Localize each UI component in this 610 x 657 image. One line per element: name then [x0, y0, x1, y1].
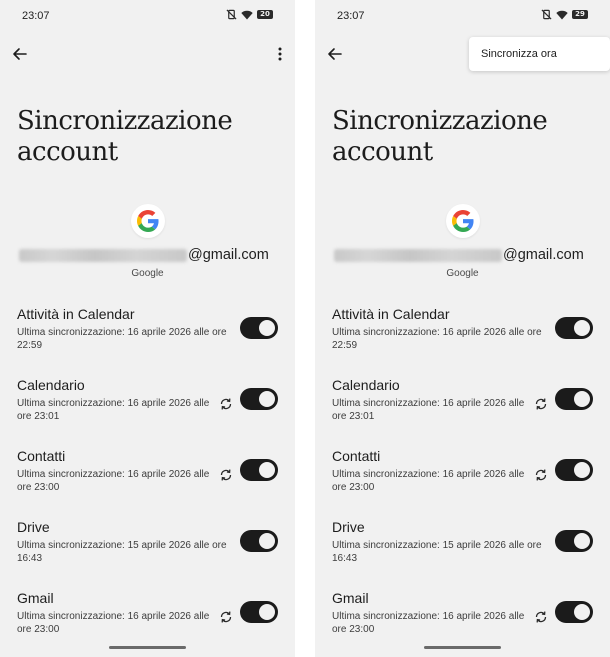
sync-item-calendar[interactable]: Calendario Ultima sincronizzazione: 16 a… — [315, 376, 610, 447]
sync-icon[interactable] — [219, 397, 233, 411]
sync-item-last-sync: Ultima sincronizzazione: 16 aprile 2026 … — [332, 398, 525, 422]
redacted-username — [19, 248, 187, 262]
sync-item-contacts[interactable]: Contatti Ultima sincronizzazione: 16 apr… — [315, 447, 610, 518]
sync-item-name: Attività in Calendar — [17, 306, 135, 322]
sync-icon[interactable] — [534, 468, 548, 482]
sync-item-contacts[interactable]: Contatti Ultima sincronizzazione: 16 apr… — [0, 447, 295, 518]
sync-item-name: Drive — [17, 519, 50, 535]
sync-item-calendar[interactable]: Calendario Ultima sincronizzazione: 16 a… — [0, 376, 295, 447]
sync-toggle[interactable] — [555, 601, 593, 623]
phone-screen-after: 23:07 29 Sincronizzazione account @gmail… — [315, 0, 610, 657]
sync-toggle[interactable] — [555, 317, 593, 339]
status-bar: 23:07 20 — [0, 0, 295, 32]
sync-item-drive[interactable]: Drive Ultima sincronizzazione: 15 aprile… — [0, 518, 295, 589]
sync-item-name: Calendario — [17, 377, 85, 393]
sync-item-last-sync: Ultima sincronizzazione: 16 aprile 2026 … — [17, 327, 227, 351]
sync-item-last-sync: Ultima sincronizzazione: 16 aprile 2026 … — [17, 398, 210, 422]
sync-item-last-sync: Ultima sincronizzazione: 15 aprile 2026 … — [332, 540, 542, 564]
sync-icon[interactable] — [219, 610, 233, 624]
sync-toggle[interactable] — [240, 459, 278, 481]
sync-item-name: Attività in Calendar — [332, 306, 450, 322]
home-indicator[interactable] — [109, 646, 186, 649]
sync-toggle[interactable] — [240, 317, 278, 339]
email-domain: @gmail.com — [188, 247, 269, 263]
status-time: 23:07 — [22, 10, 50, 22]
sync-item-calendar-tasks[interactable]: Attività in Calendar Ultima sincronizzaz… — [315, 305, 610, 376]
page-title: Sincronizzazione account — [17, 106, 233, 167]
toggle-knob — [574, 462, 590, 478]
phone-screen-before: 23:07 20 Sincronizzazione account @gmail… — [0, 0, 295, 657]
status-icons: 20 — [226, 9, 273, 20]
toggle-knob — [259, 462, 275, 478]
account-email: @gmail.com — [334, 246, 604, 264]
sync-toggle[interactable] — [555, 530, 593, 552]
battery-icon: 29 — [572, 10, 588, 19]
toggle-knob — [574, 320, 590, 336]
email-domain: @gmail.com — [503, 247, 584, 263]
sync-item-last-sync: Ultima sincronizzazione: 16 aprile 2026 … — [332, 327, 542, 351]
sync-item-name: Drive — [332, 519, 365, 535]
sync-item-name: Contatti — [332, 448, 381, 464]
overflow-menu: Sincronizza ora — [469, 37, 610, 71]
account-type: Google — [446, 268, 479, 279]
back-arrow-icon[interactable] — [10, 44, 30, 64]
sync-toggle[interactable] — [555, 459, 593, 481]
battery-icon: 20 — [257, 10, 273, 19]
sync-item-name: Gmail — [332, 590, 369, 606]
status-icons: 29 — [541, 9, 588, 20]
sync-toggle[interactable] — [240, 388, 278, 410]
toggle-knob — [259, 391, 275, 407]
toggle-knob — [259, 320, 275, 336]
sync-item-last-sync: Ultima sincronizzazione: 15 aprile 2026 … — [17, 540, 227, 564]
toggle-knob — [259, 604, 275, 620]
menu-item-sync-now[interactable]: Sincronizza ora — [481, 48, 557, 60]
sync-item-last-sync: Ultima sincronizzazione: 16 aprile 2026 … — [332, 469, 525, 493]
sync-list: Attività in Calendar Ultima sincronizzaz… — [0, 305, 295, 657]
sync-item-calendar-tasks[interactable]: Attività in Calendar Ultima sincronizzaz… — [0, 305, 295, 376]
toggle-knob — [259, 533, 275, 549]
account-email: @gmail.com — [19, 246, 289, 264]
status-bar: 23:07 29 — [315, 0, 610, 32]
sync-icon[interactable] — [219, 468, 233, 482]
more-options-icon[interactable] — [275, 43, 285, 65]
sync-item-drive[interactable]: Drive Ultima sincronizzazione: 15 aprile… — [315, 518, 610, 589]
sync-toggle[interactable] — [240, 601, 278, 623]
sync-list: Attività in Calendar Ultima sincronizzaz… — [315, 305, 610, 657]
redacted-username — [334, 248, 502, 262]
sync-item-name: Calendario — [332, 377, 400, 393]
google-logo-icon — [446, 204, 480, 238]
vibrate-off-icon — [226, 9, 237, 20]
wifi-icon — [556, 10, 568, 19]
status-time: 23:07 — [337, 10, 365, 22]
sync-icon[interactable] — [534, 397, 548, 411]
toggle-knob — [574, 391, 590, 407]
account-type: Google — [131, 268, 164, 279]
wifi-icon — [241, 10, 253, 19]
sync-item-last-sync: Ultima sincronizzazione: 16 aprile 2026 … — [332, 611, 525, 635]
home-indicator[interactable] — [424, 646, 501, 649]
sync-toggle[interactable] — [240, 530, 278, 552]
sync-item-last-sync: Ultima sincronizzazione: 16 aprile 2026 … — [17, 611, 210, 635]
sync-item-name: Contatti — [17, 448, 66, 464]
sync-icon[interactable] — [534, 610, 548, 624]
toggle-knob — [574, 533, 590, 549]
back-arrow-icon[interactable] — [325, 44, 345, 64]
vibrate-off-icon — [541, 9, 552, 20]
toggle-knob — [574, 604, 590, 620]
sync-item-last-sync: Ultima sincronizzazione: 16 aprile 2026 … — [17, 469, 210, 493]
google-logo-icon — [131, 204, 165, 238]
page-title: Sincronizzazione account — [332, 106, 548, 167]
sync-toggle[interactable] — [555, 388, 593, 410]
sync-item-name: Gmail — [17, 590, 54, 606]
